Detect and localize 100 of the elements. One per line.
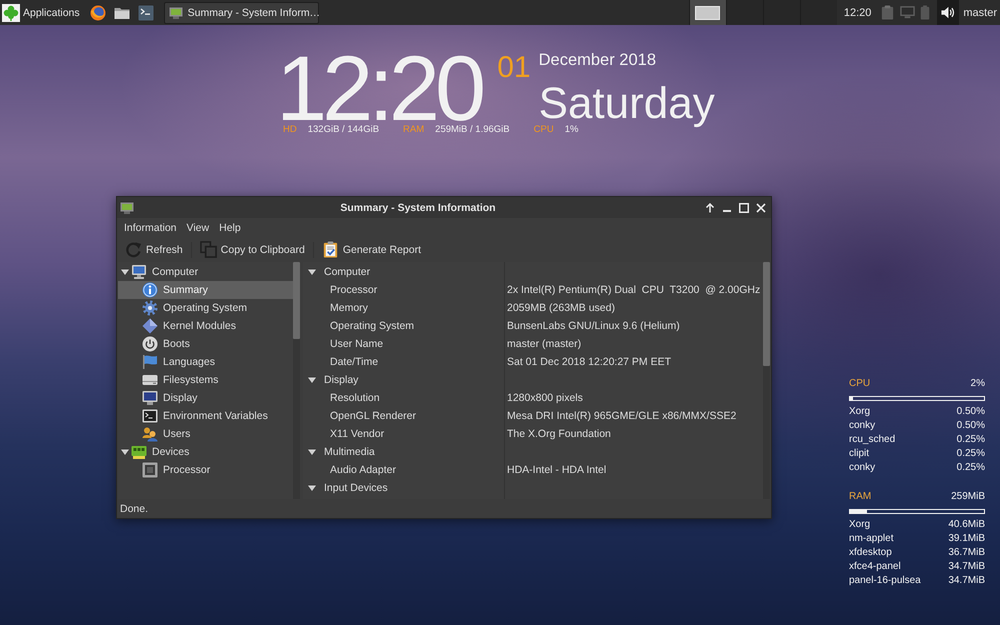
scrollbar-thumb[interactable] <box>293 262 300 339</box>
expander-icon[interactable] <box>308 376 316 384</box>
close-icon <box>756 202 766 212</box>
info-icon <box>142 282 158 298</box>
tree-item[interactable]: Languages <box>118 353 293 371</box>
menu-item[interactable]: Help <box>214 220 246 236</box>
scrollbar-thumb[interactable] <box>763 262 770 366</box>
stat-label: CPU <box>534 124 554 136</box>
menu-item[interactable]: View <box>182 220 214 236</box>
field-value: BunsenLabs GNU/Linux 9.6 (Helium) <box>506 320 680 332</box>
globe-icon <box>90 4 106 20</box>
process-value: 0.25% <box>956 462 985 472</box>
panel-clock[interactable]: 12:20 <box>844 6 872 18</box>
meter-reading: 259MiB <box>951 490 985 502</box>
copy-button[interactable]: Copy to Clipboard <box>196 238 308 260</box>
field-value: master (master) <box>506 338 582 350</box>
applications-menu-button[interactable]: Applications <box>0 0 83 25</box>
field-label: Audio Adapter <box>329 464 397 476</box>
field-value: Mesa DRI Intel(R) 965GME/GLE x86/MMX/SSE2 <box>506 410 736 422</box>
process-name: nm-applet <box>849 532 894 544</box>
refresh-icon <box>125 241 142 258</box>
status-text: Done. <box>120 502 148 514</box>
field-value: HDA-Intel - HDA Intel <box>506 464 606 476</box>
tree-item[interactable]: Kernel Modules <box>118 317 293 335</box>
close-button[interactable] <box>756 202 766 212</box>
maximize-button[interactable] <box>739 202 749 212</box>
tree-item[interactable]: Operating System <box>118 299 293 317</box>
process-name: xfdesktop <box>849 546 892 558</box>
clipboard-icon[interactable] <box>880 5 896 20</box>
clipboard-icon <box>322 241 339 258</box>
drive-icon <box>142 372 158 388</box>
terminal-icon <box>142 408 158 424</box>
shade-button[interactable] <box>705 202 715 212</box>
meter-label: CPU <box>849 378 870 388</box>
window-title: Summary - System Information <box>339 202 497 214</box>
process-name: conky <box>849 420 876 430</box>
refresh-button[interactable]: Refresh <box>122 238 186 260</box>
tree-item[interactable]: Display <box>118 389 293 407</box>
speaker-icon <box>941 6 956 19</box>
launcher-button[interactable] <box>138 4 154 20</box>
expander-icon[interactable] <box>308 268 316 276</box>
process-value: 0.50% <box>956 406 985 416</box>
process-value: 39.1MiB <box>948 532 985 544</box>
monitor-icon <box>168 6 183 20</box>
clock-month-year: December 2018 <box>538 51 658 69</box>
power-icon <box>142 336 158 352</box>
maximize-icon <box>739 202 749 212</box>
user-menu[interactable]: master <box>963 6 997 18</box>
process-value: 40.6MiB <box>948 518 985 530</box>
arrow-up-icon <box>705 202 715 212</box>
tree-item[interactable]: Boots <box>118 335 293 353</box>
process-value: 0.25% <box>956 448 985 458</box>
section-header[interactable]: Computer <box>303 263 763 281</box>
computer-icon <box>131 264 147 280</box>
expander-icon[interactable] <box>121 448 129 456</box>
meter-label: RAM <box>849 490 872 502</box>
tree-item[interactable]: Processor <box>118 461 293 479</box>
tree-item[interactable]: Environment Variables <box>118 407 293 425</box>
monitor-icon <box>120 200 134 214</box>
terminal-icon <box>138 4 154 20</box>
tree-item[interactable]: Filesystems <box>118 371 293 389</box>
copy-icon <box>200 241 217 258</box>
process-name: rcu_sched <box>849 434 896 444</box>
stat-label: RAM <box>403 124 424 136</box>
tree-item[interactable]: Users <box>118 425 293 443</box>
process-name: conky <box>849 462 876 472</box>
chip-icon <box>142 462 158 478</box>
section-header[interactable]: Multimedia <box>303 443 763 461</box>
process-value: 34.7MiB <box>948 560 985 572</box>
meter-reading: 2% <box>970 378 985 388</box>
launcher-button[interactable] <box>90 4 106 20</box>
expander-icon[interactable] <box>308 484 316 492</box>
monitor-icon <box>142 390 158 406</box>
section-header[interactable]: Display <box>303 371 763 389</box>
minimize-icon <box>723 210 731 212</box>
gear-icon <box>142 300 158 316</box>
flag-icon <box>142 354 158 370</box>
process-value: 0.50% <box>956 420 985 430</box>
taskbar-button[interactable]: Summary - System Inform… <box>164 2 319 24</box>
process-name: xfce4-panel <box>849 560 901 572</box>
users-icon <box>142 426 158 442</box>
process-name: panel-16-pulsea <box>849 574 921 586</box>
report-button[interactable]: Generate Report <box>318 238 424 260</box>
field-value: 1280x800 pixels <box>506 392 583 404</box>
clock-day: 01 <box>497 53 531 83</box>
section-header[interactable]: Input Devices <box>303 479 763 497</box>
menu-item[interactable]: Information <box>119 220 182 236</box>
stat-label: HD <box>283 124 297 136</box>
expander-icon[interactable] <box>121 268 129 276</box>
field-value: Sat 01 Dec 2018 12:20:27 PM EET <box>506 356 672 368</box>
field-label: OpenGL Renderer <box>329 410 417 422</box>
field-label: User Name <box>329 338 384 350</box>
tree-item[interactable]: Summary <box>118 281 293 299</box>
tree-item[interactable]: Computer <box>118 263 293 281</box>
volume-button[interactable] <box>937 0 960 25</box>
process-name: Xorg <box>849 406 870 416</box>
clover-icon <box>2 4 20 22</box>
expander-icon[interactable] <box>308 448 316 456</box>
workspace-button[interactable] <box>688 0 726 25</box>
tree-item[interactable]: Devices <box>118 443 293 461</box>
